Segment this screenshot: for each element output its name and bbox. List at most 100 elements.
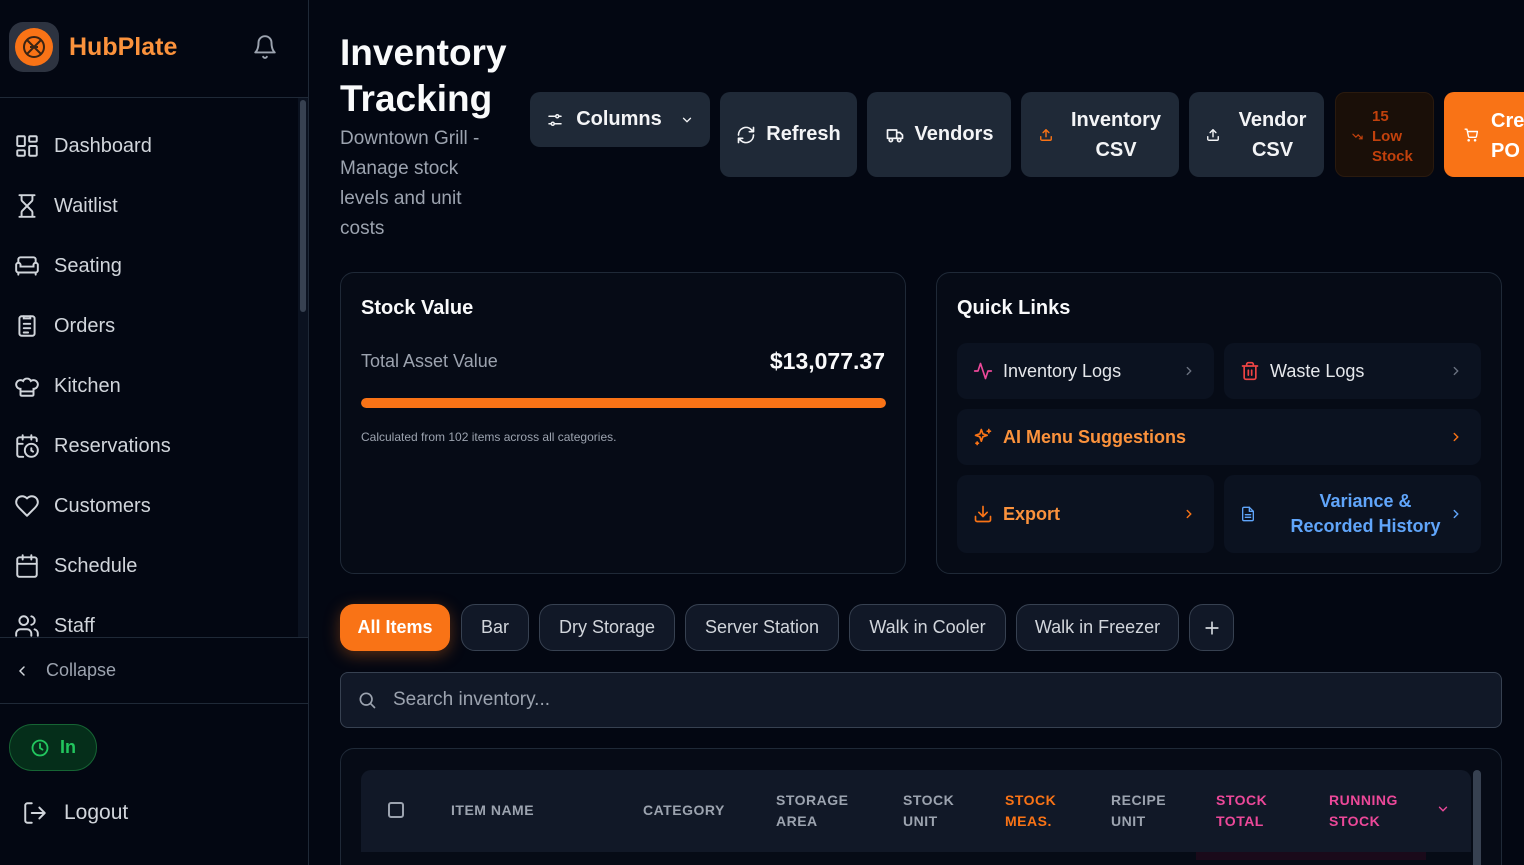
sidebar: HubPlate Dashboard Waitlist Seating Orde… xyxy=(0,0,309,865)
logout-button[interactable]: Logout xyxy=(22,800,128,826)
refresh-label: Refresh xyxy=(766,123,841,145)
export-label: Export xyxy=(1003,503,1061,524)
sidebar-scroll-thumb[interactable] xyxy=(300,100,306,312)
ai-menu-suggestions-label: AI Menu Suggestions xyxy=(1003,426,1187,447)
tab-walk-in-cooler[interactable]: Walk in Cooler xyxy=(849,604,1006,651)
tab-server-station[interactable]: Server Station xyxy=(685,604,839,651)
col-stock-total[interactable]: STOCK TOTAL xyxy=(1216,790,1276,832)
export-link[interactable]: Export xyxy=(957,475,1214,553)
quick-links-card: Quick Links Inventory Logs Waste Logs AI… xyxy=(936,272,1502,574)
low-stock-label: Low Stock xyxy=(1372,128,1413,165)
chevron-down-icon[interactable] xyxy=(1436,802,1450,816)
col-running-stock[interactable]: RUNNING STOCK xyxy=(1329,790,1409,832)
sidebar-nav: Dashboard Waitlist Seating Orders Kitche… xyxy=(0,98,298,637)
calendar-clock-icon xyxy=(16,434,39,458)
logo-icon xyxy=(15,28,53,66)
sidebar-item-customers[interactable]: Customers xyxy=(0,476,298,536)
cart-icon xyxy=(1464,128,1478,142)
stock-value-note: Calculated from 102 items across all cat… xyxy=(361,430,617,444)
chevron-right-icon xyxy=(1186,509,1192,519)
inventory-csv-button[interactable]: Inventory CSV xyxy=(1021,92,1179,177)
tab-walk-in-freezer[interactable]: Walk in Freezer xyxy=(1016,604,1179,651)
total-asset-value: $13,077.37 xyxy=(769,348,885,374)
trash-icon xyxy=(1241,361,1259,381)
table-header: ITEM NAME CATEGORY STORAGE AREA STOCK UN… xyxy=(361,770,1471,852)
stock-value-title: Stock Value xyxy=(361,297,474,319)
table-scrollbar[interactable] xyxy=(1473,770,1481,865)
sidebar-item-schedule[interactable]: Schedule xyxy=(0,536,298,596)
col-stock-unit[interactable]: STOCK UNIT xyxy=(903,790,963,832)
collapse-button[interactable]: Collapse xyxy=(0,637,308,704)
brand-header: HubPlate xyxy=(0,0,308,98)
vendor-csv-button[interactable]: Vendor CSV xyxy=(1189,92,1324,177)
chevron-right-icon xyxy=(1453,509,1459,519)
clock-in-label: In xyxy=(60,737,76,757)
upload-icon xyxy=(1206,128,1219,141)
clipboard-icon xyxy=(18,315,36,337)
chevron-right-icon xyxy=(1453,366,1459,376)
sidebar-item-dashboard[interactable]: Dashboard xyxy=(0,116,298,176)
refresh-button[interactable]: Refresh xyxy=(720,92,857,177)
variance-history-label: Variance & Recorded History xyxy=(1290,491,1441,536)
chef-hat-icon xyxy=(15,377,39,397)
sidebar-item-label: Seating xyxy=(54,254,122,277)
sliders-icon xyxy=(548,113,562,126)
sidebar-item-label: Dashboard xyxy=(54,134,152,157)
tab-dry-storage[interactable]: Dry Storage xyxy=(539,604,675,651)
col-recipe-unit[interactable]: RECIPE UNIT xyxy=(1111,790,1171,832)
inventory-table: ITEM NAME CATEGORY STORAGE AREA STOCK UN… xyxy=(340,748,1502,865)
upload-icon xyxy=(1040,128,1052,141)
tab-bar[interactable]: Bar xyxy=(461,604,529,651)
vendor-csv-label: Vendor CSV xyxy=(1238,108,1307,161)
inventory-csv-label: Inventory CSV xyxy=(1071,108,1162,161)
sidebar-item-seating[interactable]: Seating xyxy=(0,236,298,296)
inventory-logs-label: Inventory Logs xyxy=(1003,360,1122,381)
search-bar xyxy=(340,672,1502,728)
inventory-logs-link[interactable]: Inventory Logs xyxy=(957,343,1214,399)
low-stock-count: 15 xyxy=(1372,108,1389,125)
stock-value-progress xyxy=(361,398,886,408)
dashboard-icon xyxy=(16,135,38,157)
create-po-button[interactable]: Create PO xyxy=(1444,92,1524,177)
bell-icon[interactable] xyxy=(252,34,278,60)
vendors-button[interactable]: Vendors xyxy=(867,92,1011,177)
vendors-label: Vendors xyxy=(914,123,994,145)
plus-icon xyxy=(1204,620,1219,635)
refresh-icon xyxy=(737,126,755,143)
heart-icon xyxy=(15,495,39,517)
sidebar-item-label: Reservations xyxy=(54,434,171,457)
chevron-right-icon xyxy=(1186,366,1192,376)
page-subtitle: Downtown Grill - Manage stock levels and… xyxy=(340,128,480,239)
variance-history-link[interactable]: Variance & Recorded History xyxy=(1224,475,1481,553)
users-icon xyxy=(15,615,39,637)
sidebar-item-label: Waitlist xyxy=(54,194,118,217)
sidebar-item-waitlist[interactable]: Waitlist xyxy=(0,176,298,236)
sidebar-item-label: Customers xyxy=(54,494,151,517)
col-storage-area[interactable]: STORAGE AREA xyxy=(776,790,856,832)
app-logo[interactable] xyxy=(9,22,59,72)
clock-in-button[interactable]: In xyxy=(9,724,97,771)
search-input[interactable] xyxy=(393,689,1293,711)
col-category[interactable]: CATEGORY xyxy=(643,800,725,821)
columns-dropdown[interactable]: Columns xyxy=(530,92,710,147)
sofa-icon xyxy=(15,256,39,276)
add-storage-area-button[interactable] xyxy=(1189,604,1234,651)
sidebar-item-label: Staff xyxy=(54,614,95,637)
sidebar-item-orders[interactable]: Orders xyxy=(0,296,298,356)
sidebar-item-label: Schedule xyxy=(54,554,138,577)
sidebar-item-kitchen[interactable]: Kitchen xyxy=(0,356,298,416)
sidebar-item-reservations[interactable]: Reservations xyxy=(0,416,298,476)
col-item-name[interactable]: ITEM NAME xyxy=(451,800,534,821)
clock-icon xyxy=(31,739,49,756)
col-stock-meas[interactable]: STOCK MEAS. xyxy=(1005,790,1065,832)
app-name: HubPlate xyxy=(69,33,178,61)
low-stock-button[interactable]: 15 Low Stock xyxy=(1335,92,1434,177)
activity-icon xyxy=(973,362,993,380)
waste-logs-link[interactable]: Waste Logs xyxy=(1224,343,1481,399)
sidebar-item-staff[interactable]: Staff xyxy=(0,596,298,637)
select-all-checkbox[interactable] xyxy=(388,802,404,818)
sidebar-item-label: Kitchen xyxy=(54,374,121,397)
tab-all-items[interactable]: All Items xyxy=(340,604,450,651)
ai-menu-suggestions-link[interactable]: AI Menu Suggestions xyxy=(957,409,1481,465)
logout-label: Logout xyxy=(64,801,129,824)
